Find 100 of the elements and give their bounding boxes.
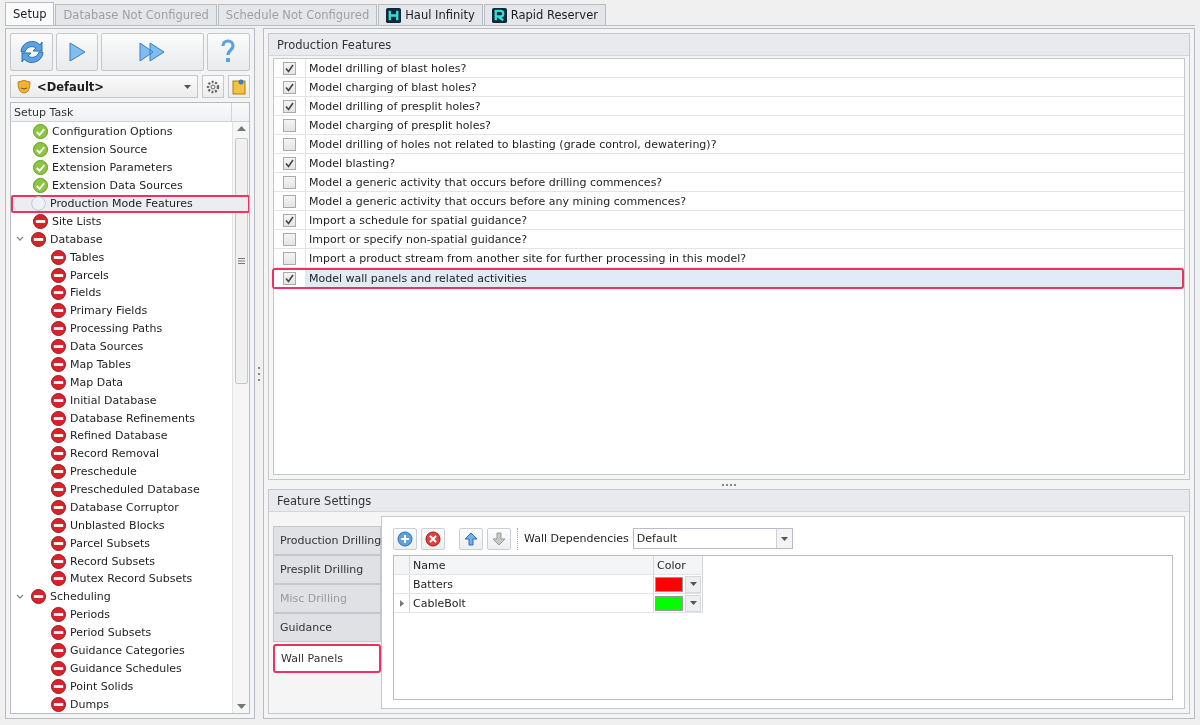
tree-item[interactable]: Database Refinements — [13, 409, 230, 427]
scrollbar-thumb[interactable] — [234, 138, 248, 384]
tree-item[interactable]: Prescheduled Database — [13, 480, 230, 499]
tree-item[interactable]: Map Data — [13, 373, 230, 392]
side-tab[interactable]: Wall Panels — [273, 644, 381, 673]
caret-icon — [184, 84, 191, 89]
tree-item[interactable]: Tables — [13, 248, 230, 267]
checkbox[interactable] — [283, 99, 296, 113]
tree-item[interactable]: Preschedule — [13, 462, 230, 481]
splitter-grip-icon[interactable] — [722, 483, 736, 486]
tree-item[interactable]: Data Sources — [13, 337, 230, 356]
tree-item[interactable]: Map Tables — [13, 355, 230, 374]
tree-item[interactable]: Extension Data Sources — [13, 176, 230, 195]
feature-row[interactable]: Model charging of presplit holes? — [274, 116, 1184, 135]
tree-item[interactable]: Scheduling — [13, 587, 230, 606]
feature-row[interactable]: Model a generic activity that occurs before any mining commences? — [274, 192, 1184, 211]
no-entry-icon — [51, 410, 66, 426]
play-button[interactable] — [56, 33, 98, 71]
color-dropdown-button[interactable] — [685, 594, 701, 612]
caret-icon — [689, 582, 697, 586]
feature-row[interactable]: Model drilling of holes not related to blasting (grade control, dewatering)? — [274, 135, 1184, 154]
clipboard-icon — [232, 78, 246, 95]
no-entry-icon — [51, 678, 66, 694]
tree-item[interactable]: Database — [13, 230, 230, 249]
checkbox[interactable] — [283, 272, 296, 285]
tab[interactable]: Setup — [5, 2, 55, 25]
fast-forward-icon — [139, 42, 166, 62]
run-all-button[interactable] — [100, 33, 204, 71]
checkbox[interactable] — [283, 80, 296, 94]
tree-item[interactable]: Guidance Categories — [13, 641, 230, 660]
no-entry-icon — [31, 231, 46, 247]
feature-row[interactable]: Model drilling of blast holes? — [274, 59, 1184, 78]
settings-button[interactable] — [202, 75, 224, 98]
tree-item[interactable]: Site Lists — [13, 212, 230, 231]
row-pointer-icon — [399, 599, 404, 607]
tree-item[interactable]: Extension Parameters — [13, 158, 230, 177]
checkbox[interactable] — [283, 137, 296, 151]
tree-item[interactable]: Refined Database — [13, 427, 230, 445]
tree-item[interactable]: Periods — [13, 605, 230, 624]
tree-item[interactable]: Processing Paths — [13, 319, 230, 338]
tree-item[interactable]: Configuration Options — [13, 123, 230, 141]
tree-item[interactable]: Parcel Subsets — [13, 534, 230, 553]
delete-button[interactable] — [421, 527, 445, 550]
expand-chevron-icon[interactable] — [16, 593, 24, 600]
no-entry-icon — [51, 517, 66, 533]
wall-dependencies-dropdown[interactable]: Default — [632, 528, 793, 549]
checkbox[interactable] — [283, 175, 296, 189]
tree-item[interactable]: Initial Database — [13, 391, 230, 410]
color-dropdown-button[interactable] — [685, 575, 701, 593]
tree-item[interactable]: Extension Source — [13, 140, 230, 159]
feature-row[interactable]: Model blasting? — [274, 154, 1184, 173]
checkbox[interactable] — [283, 61, 296, 75]
tree-item[interactable]: Production Mode Features — [11, 194, 249, 213]
tree-item[interactable]: Guidance Schedules — [13, 659, 230, 678]
checkbox[interactable] — [283, 251, 296, 265]
move-up-button[interactable] — [459, 527, 483, 550]
no-entry-icon — [51, 249, 66, 265]
side-tab[interactable]: Presplit Drilling — [273, 555, 381, 584]
table-cell: Batters — [410, 575, 654, 593]
checkmark-icon — [285, 274, 294, 283]
no-entry-icon — [51, 267, 66, 283]
checkbox[interactable] — [283, 232, 296, 246]
play-icon — [68, 42, 87, 62]
refresh-button[interactable] — [10, 33, 54, 71]
checkbox[interactable] — [283, 118, 296, 132]
tree-item[interactable]: Primary Fields — [13, 301, 230, 320]
feature-row[interactable]: Model drilling of presplit holes? — [274, 97, 1184, 116]
clipboard-button[interactable] — [228, 75, 250, 98]
tree-item[interactable]: Database Corruptor — [13, 498, 230, 517]
no-entry-icon — [51, 464, 66, 480]
tree-item[interactable]: Record Subsets — [13, 552, 230, 570]
tree-item[interactable]: Point Solids — [13, 677, 230, 696]
side-tab[interactable]: Guidance — [273, 613, 381, 642]
help-button[interactable] — [206, 33, 250, 71]
no-entry-icon — [51, 446, 66, 462]
feature-row[interactable]: Model charging of blast holes? — [274, 78, 1184, 97]
profile-dropdown[interactable]: <Default> — [10, 75, 198, 98]
side-tab[interactable]: Production Drilling — [273, 526, 381, 555]
feature-row[interactable]: Import a schedule for spatial guidance? — [274, 211, 1184, 230]
tab[interactable]: Rapid Reserver — [483, 4, 606, 25]
feature-row[interactable]: Import or specify non-spatial guidance? — [274, 230, 1184, 249]
feature-row[interactable]: Model wall panels and related activities — [272, 268, 1184, 289]
add-button[interactable] — [393, 527, 417, 550]
tree-item[interactable]: Fields — [13, 284, 230, 302]
tree-item[interactable]: Mutex Record Subsets — [13, 570, 230, 588]
tree-item[interactable]: Parcels — [13, 266, 230, 284]
no-entry-icon — [31, 589, 46, 605]
feature-row[interactable]: Model a generic activity that occurs before drilling commences? — [274, 173, 1184, 192]
no-entry-icon — [51, 321, 66, 337]
tree-item[interactable]: Unblasted Blocks — [13, 516, 230, 535]
tree-item[interactable]: Dumps — [13, 695, 230, 713]
tree-item[interactable]: Record Removal — [13, 444, 230, 463]
checkbox[interactable] — [283, 213, 296, 227]
row-header-corner — [394, 556, 410, 574]
tree-item[interactable]: Period Subsets — [13, 623, 230, 642]
close-icon — [425, 530, 441, 547]
checkbox[interactable] — [283, 156, 296, 170]
tab[interactable]: Haul Infinity — [378, 4, 483, 25]
checkbox[interactable] — [283, 194, 296, 208]
expand-chevron-icon[interactable] — [16, 236, 24, 243]
